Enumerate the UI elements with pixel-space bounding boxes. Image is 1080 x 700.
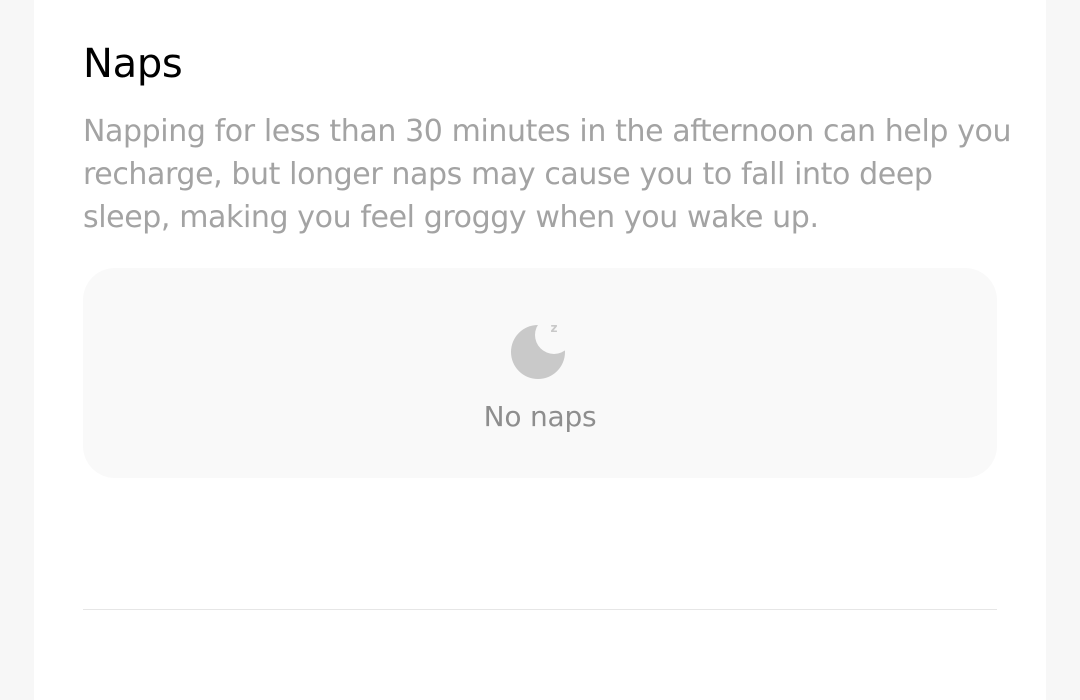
naps-empty-state: z No naps [83,268,997,478]
page: Naps Napping for less than 30 minutes in… [0,0,1080,700]
divider [83,609,997,610]
moon-sleep-icon: z [508,318,570,380]
svg-text:z: z [551,321,558,335]
section-description: Napping for less than 30 minutes in the … [83,114,1012,235]
naps-card: Naps Napping for less than 30 minutes in… [34,0,1046,700]
empty-state-label: No naps [483,400,597,433]
section-title: Naps [83,41,183,87]
